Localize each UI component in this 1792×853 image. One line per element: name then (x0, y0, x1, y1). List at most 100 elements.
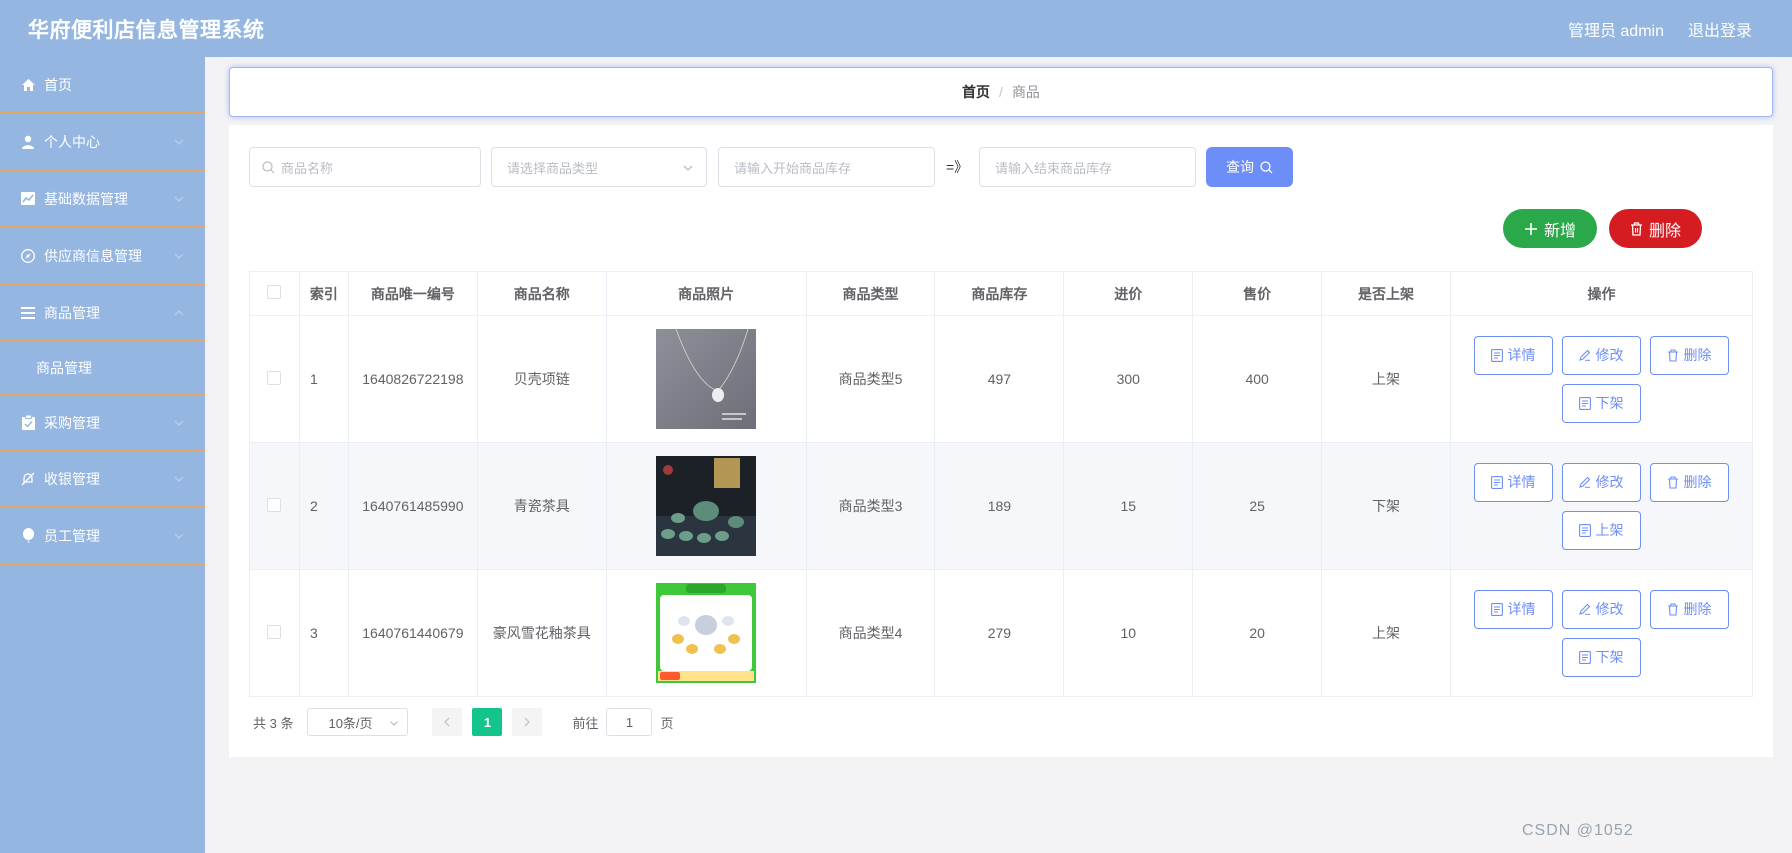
delete-label: 删除 (1683, 474, 1712, 490)
necklace-photo[interactable] (656, 329, 757, 429)
edit-button[interactable]: 修改 (1561, 589, 1641, 629)
column-header: 商品名称 (476, 271, 607, 316)
toggle-shelf-button[interactable]: 下架 (1561, 383, 1641, 423)
cell-code: 1640761485990 (347, 442, 478, 570)
add-button[interactable]: 新增 (1503, 209, 1597, 248)
chevron-down-icon (174, 196, 184, 202)
cell-on-shelf: 上架 (1321, 569, 1451, 697)
stock-start-input[interactable]: 请输入开始商品库存 (718, 147, 935, 187)
sidebar-item-supplier[interactable]: 供应商信息管理 (0, 228, 205, 285)
sidebar-item-label: 供应商信息管理 (44, 247, 142, 264)
next-page-button[interactable] (512, 708, 543, 736)
chevron-down-icon (174, 533, 184, 539)
column-header: 是否上架 (1321, 271, 1451, 316)
goods-table: 索引 商品唯一编号 商品名称 商品照片 商品类型 商品库存 进价 售价 是否上架… (249, 271, 1754, 697)
cell-on-shelf: 下架 (1321, 442, 1451, 570)
sidebar-subitem-goods-management[interactable]: 商品管理 (0, 342, 205, 394)
goto-prefix: 前往 (572, 715, 599, 731)
edit-button[interactable]: 修改 (1561, 462, 1641, 502)
sidebar-item-personal-center[interactable]: 个人中心 (0, 114, 205, 171)
tea-set-photo[interactable] (656, 456, 757, 556)
detail-label: 详情 (1507, 474, 1536, 490)
cell-cost: 300 (1063, 315, 1194, 443)
app-title: 华府便利店信息管理系统 (28, 18, 265, 42)
chevron-down-icon (174, 139, 184, 145)
chevron-down-icon (174, 420, 184, 426)
plus-icon (1524, 222, 1537, 235)
prev-page-button[interactable] (432, 708, 463, 736)
edit-label: 修改 (1595, 601, 1624, 617)
sidebar-item-label: 个人中心 (44, 133, 100, 150)
balloon-icon (20, 528, 36, 544)
document-icon (1579, 523, 1592, 537)
column-header: 进价 (1063, 271, 1194, 316)
breadcrumb-separator: / (999, 84, 1003, 100)
cell-type: 商品类型5 (805, 315, 936, 443)
delete-button[interactable]: 删除 (1649, 335, 1729, 375)
sidebar-item-staff[interactable]: 员工管理 (0, 508, 205, 565)
sidebar-item-purchase[interactable]: 采购管理 (0, 394, 205, 451)
pagination: 共 3 条 10条/页 1 前往 1 页 (253, 707, 674, 737)
edit-button[interactable]: 修改 (1561, 335, 1641, 375)
pagination-total: 共 3 条 (253, 715, 294, 731)
column-header: 商品照片 (605, 271, 807, 316)
logout-link[interactable]: 退出登录 (1688, 17, 1752, 41)
detail-label: 详情 (1507, 601, 1536, 617)
chevron-up-icon (174, 309, 184, 315)
toggle-shelf-button[interactable]: 上架 (1561, 510, 1641, 550)
clipboard-icon (20, 415, 36, 431)
goods-type-select[interactable]: 请选择商品类型 (491, 147, 707, 187)
sidebar-item-goods[interactable]: 商品管理 (0, 285, 205, 342)
chart-icon (20, 191, 36, 207)
glaze-tea-set-photo[interactable] (656, 583, 757, 683)
page-number-current[interactable]: 1 (472, 708, 503, 736)
delete-label: 删除 (1683, 347, 1712, 363)
breadcrumb-home[interactable]: 首页 (962, 82, 990, 102)
cell-stock: 279 (934, 569, 1065, 697)
select-all-checkbox[interactable] (267, 285, 282, 299)
admin-user-label[interactable]: 管理员 admin (1568, 17, 1664, 41)
detail-button[interactable]: 详情 (1473, 589, 1553, 629)
goto-page-input[interactable]: 1 (606, 708, 653, 736)
sidebar-item-home[interactable]: 首页 (0, 57, 205, 114)
cell-operations: 详情 修改 删除 上架 (1449, 442, 1754, 570)
table-row: 1 1640826722198 贝壳项链 商品类型5 497 300 400 上… (249, 315, 1754, 443)
select-all-cell[interactable] (249, 271, 300, 316)
page-size-select[interactable]: 10条/页 (307, 708, 409, 736)
delete-label: 删除 (1683, 601, 1712, 617)
delete-button[interactable]: 删除 (1649, 462, 1729, 502)
row-select-cell[interactable] (249, 315, 300, 443)
batch-delete-label: 删除 (1648, 222, 1681, 240)
document-icon (1579, 650, 1592, 664)
cell-name: 贝壳项链 (476, 315, 607, 443)
sidebar-item-basic-data[interactable]: 基础数据管理 (0, 171, 205, 228)
edit-label: 修改 (1595, 347, 1624, 363)
row-checkbox[interactable] (267, 497, 282, 512)
chevron-down-icon (174, 476, 184, 482)
goods-name-search-input[interactable]: 商品名称 (249, 147, 481, 187)
search-button[interactable]: 查询 (1206, 147, 1293, 187)
top-header: 华府便利店信息管理系统 管理员 admin 退出登录 (0, 0, 1792, 57)
sidebar-item-cashier[interactable]: 收银管理 (0, 451, 205, 508)
goods-name-placeholder: 商品名称 (281, 160, 334, 176)
cell-stock: 189 (934, 442, 1065, 570)
cell-index: 2 (298, 442, 349, 570)
toggle-shelf-button[interactable]: 下架 (1561, 637, 1641, 677)
row-select-cell[interactable] (249, 569, 300, 697)
detail-button[interactable]: 详情 (1473, 462, 1553, 502)
batch-delete-button[interactable]: 删除 (1609, 209, 1702, 248)
detail-button[interactable]: 详情 (1473, 335, 1553, 375)
breadcrumb-current: 商品 (1011, 84, 1040, 100)
cell-name: 豪风雪花釉茶具 (476, 569, 607, 697)
row-select-cell[interactable] (249, 442, 300, 570)
delete-button[interactable]: 删除 (1649, 589, 1729, 629)
user-icon (20, 134, 36, 150)
document-icon (1491, 348, 1504, 362)
row-checkbox[interactable] (267, 624, 282, 639)
compass-icon (20, 248, 36, 264)
row-checkbox[interactable] (267, 370, 282, 385)
pencil-icon (1579, 476, 1591, 488)
stock-start-placeholder: 请输入开始商品库存 (734, 160, 852, 176)
stock-end-input[interactable]: 请输入结束商品库存 (979, 147, 1196, 187)
column-header: 售价 (1192, 271, 1323, 316)
